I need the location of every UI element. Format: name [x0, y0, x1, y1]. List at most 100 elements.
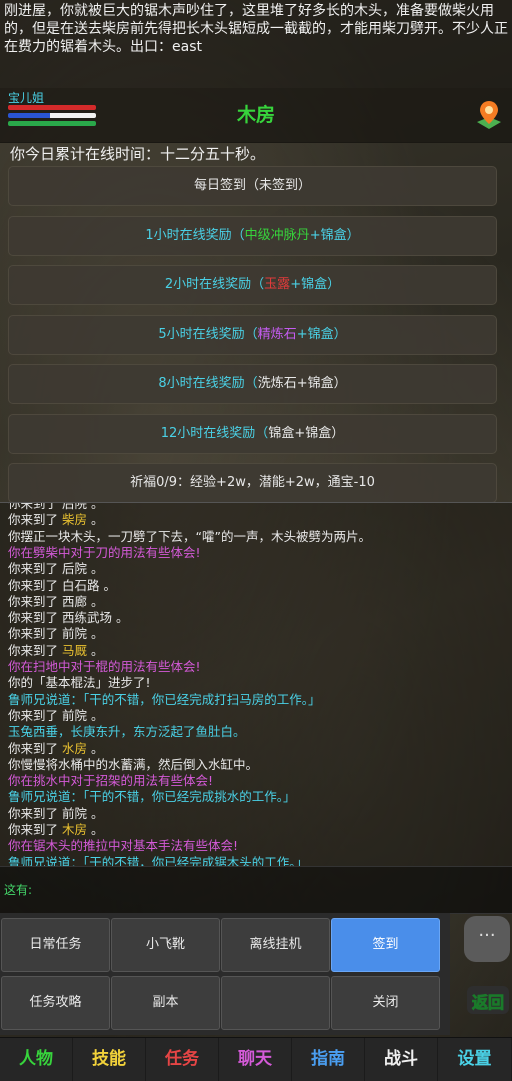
menu-button-2[interactable]: 离线挂机: [221, 918, 330, 972]
log-text-segment: 。: [87, 822, 104, 837]
log-line: 你来到了 柴房 。: [8, 511, 103, 529]
log-text-segment: 你来到了 后院 。: [8, 502, 104, 511]
log-text-segment: 你来到了 西廊 。: [8, 593, 104, 609]
log-text-segment: 你的「基本棍法」进步了!: [8, 675, 151, 691]
log-line: 你来到了 前院 。: [8, 805, 103, 823]
tab-6[interactable]: 设置: [438, 1038, 512, 1081]
room-name: 木房: [236, 104, 275, 126]
reward-button-6[interactable]: 祈福0/9：经验+2w，潜能+2w，通宝-10: [8, 463, 497, 503]
log-line: 你在扫地中对于棍的用法有些体会!: [8, 658, 201, 676]
log-text-segment: 水房: [61, 740, 87, 756]
reward-label-segment: 1小时在线奖励（: [145, 227, 245, 243]
log-line: 你来到了 马厩 。: [8, 642, 103, 660]
log-text-segment: 你来到了 前院 。: [8, 805, 104, 821]
log-text-segment: 鲁师兄说道：「干的不错，你已经完成挑水的工作。」: [8, 789, 296, 805]
log-line: 你来到了 西练武场 。: [8, 609, 128, 627]
log-text-segment: 柴房: [61, 512, 87, 528]
chat-input[interactable]: 这有:: [0, 866, 512, 914]
log-text-segment: 。: [87, 740, 104, 756]
reward-label-segment: 精炼石: [257, 326, 297, 342]
reward-label-segment: 每日签到（未签到）: [193, 178, 311, 193]
return-icon[interactable]: 返回: [466, 982, 510, 1018]
reward-label-segment: +锦盒）: [309, 227, 360, 243]
log-text-segment: 鲁师兄说道：「干的不错，你已经完成打扫马房的工作。」: [8, 691, 321, 707]
more-button[interactable]: ···: [464, 916, 510, 962]
input-label: 这有:: [4, 883, 33, 897]
log-line: 你在挑水中对于招架的用法有些体会!: [8, 772, 213, 790]
log-text-segment: 玉兔西垂，长庚东升，东方泛起了鱼肚白。: [8, 724, 246, 740]
log-text-segment: 你来到了 前院 。: [8, 626, 104, 642]
log-line: 鲁师兄说道：「干的不错，你已经完成挑水的工作。」: [8, 788, 296, 806]
reward-label-segment: 中级冲脉丹: [244, 227, 310, 243]
log-line: 鲁师兄说道：「干的不错，你已经完成打扫马房的工作。」: [8, 691, 321, 709]
return-label: 返回: [472, 993, 504, 1012]
reward-button-0[interactable]: 每日签到（未签到）: [8, 166, 497, 206]
menu-button-3[interactable]: 签到: [331, 918, 440, 972]
log-text-segment: 你来到了: [8, 822, 62, 837]
log-text-segment: 木房: [61, 822, 87, 837]
log-line: 你在劈柴中对于刀的用法有些体会!: [8, 544, 201, 562]
log-line: 你在锯木头的推拉中对基本手法有些体会!: [8, 837, 238, 855]
reward-button-5[interactable]: 12小时在线奖励（锦盒+锦盒）: [8, 413, 497, 454]
log-text-segment: 你在锯木头的推拉中对基本手法有些体会!: [8, 838, 239, 854]
log-text-segment: 你摆正一块木头，一刀劈了下去，“嚯”的一声，木头被劈为两片。: [8, 528, 371, 544]
log-text-segment: 你来到了 前院 。: [8, 707, 104, 723]
online-time: 你今日累计在线时间：十二分五十秒。: [10, 145, 266, 163]
reward-label-segment: 2小时在线奖励（: [164, 277, 265, 292]
log-line: 你来到了 前院 。: [8, 707, 103, 725]
log-line: 你来到了 白石路 。: [8, 577, 116, 595]
reward-button-1[interactable]: 1小时在线奖励（中级冲脉丹+锦盒）: [8, 215, 497, 256]
log-line: 你来到了 西廊 。: [8, 593, 103, 611]
reward-label-segment: 洗炼石+锦盒）: [257, 376, 347, 391]
action-menu: 日常任务 小飞靴 离线挂机 签到任务攻略 副本 关闭: [0, 913, 450, 1035]
menu-button-7[interactable]: 关闭: [331, 976, 440, 1030]
log-text-segment: 你来到了 西练武场 。: [8, 610, 129, 626]
log-line: 鲁师兄说道：「干的不错，你已经完成锯木头的工作。」: [8, 854, 308, 866]
log-text-segment: 你在劈柴中对于刀的用法有些体会!: [8, 544, 201, 560]
tab-3[interactable]: 聊天: [219, 1038, 292, 1081]
reward-label-segment: +锦盒）: [296, 326, 347, 342]
log-text-segment: 。: [87, 512, 104, 528]
menu-button-5[interactable]: 副本: [111, 976, 220, 1030]
log-line: 玉兔西垂，长庚东升，东方泛起了鱼肚白。: [8, 723, 246, 741]
log-text-segment: 你来到了: [8, 512, 62, 528]
log-line: 你来到了 水房 。: [8, 740, 103, 758]
tab-1[interactable]: 技能: [73, 1038, 146, 1081]
message-log[interactable]: 你来到了 后院 。你来到了 柴房 。你摆正一块木头，一刀劈了下去，“嚯”的一声，…: [0, 502, 512, 866]
reward-label-segment: 玉露: [264, 277, 291, 292]
log-text-segment: 你来到了 后院 。: [8, 561, 104, 577]
log-line: 你来到了 前院 。: [8, 625, 103, 643]
bottom-tab-bar: 人物 技能 任务 聊天 指南 战斗 设置: [0, 1037, 512, 1081]
reward-label-segment: 锦盒+锦盒）: [268, 425, 345, 441]
menu-button-0[interactable]: 日常任务: [1, 918, 110, 972]
tab-4[interactable]: 指南: [292, 1038, 365, 1081]
tab-0[interactable]: 人物: [0, 1038, 73, 1081]
map-pin-icon[interactable]: [474, 98, 504, 132]
log-text-segment: 你来到了: [8, 740, 62, 756]
log-text-segment: 。: [87, 642, 104, 658]
log-line: 你来到了 后院 。: [8, 560, 103, 578]
menu-button-1[interactable]: 小飞靴: [111, 918, 220, 972]
log-text-segment: 你在扫地中对于棍的用法有些体会!: [8, 659, 201, 674]
reward-label-segment: 祈福0/9：经验+2w，潜能+2w，通宝-10: [130, 475, 375, 490]
menu-button-4[interactable]: 任务攻略: [1, 976, 110, 1030]
reward-label-segment: +锦盒）: [290, 277, 341, 292]
reward-button-4[interactable]: 8小时在线奖励（洗炼石+锦盒）: [8, 364, 497, 404]
tab-2[interactable]: 任务: [146, 1038, 219, 1081]
log-line: 你慢慢将水桶中的水蓄满，然后倒入水缸中。: [8, 756, 258, 774]
reward-label-segment: 12小时在线奖励（: [160, 425, 269, 441]
log-line: 你摆正一块木头，一刀劈了下去，“嚯”的一声，木头被劈为两片。: [8, 528, 371, 546]
reward-button-3[interactable]: 5小时在线奖励（精炼石+锦盒）: [8, 314, 497, 355]
reward-label-segment: 5小时在线奖励（: [158, 326, 258, 342]
log-text-segment: 鲁师兄说道：「干的不错，你已经完成锯木头的工作。」: [8, 854, 309, 866]
log-text-segment: 你慢慢将水桶中的水蓄满，然后倒入水缸中。: [8, 756, 259, 772]
log-line: 你来到了 木房 。: [8, 821, 103, 839]
log-text-segment: 你在挑水中对于招架的用法有些体会!: [8, 773, 214, 789]
log-line: 你的「基本棍法」进步了!: [8, 674, 151, 692]
reward-label-segment: 8小时在线奖励（: [158, 376, 258, 391]
log-text-segment: 马厩: [61, 642, 87, 658]
tab-5[interactable]: 战斗: [365, 1038, 438, 1081]
room-description: 刚进屋，你就被巨大的锯木声吵住了，这里堆了好多长的木头，准备要做柴火用的，但是在…: [0, 0, 512, 88]
reward-button-2[interactable]: 2小时在线奖励（玉露+锦盒）: [8, 265, 497, 305]
menu-button-6[interactable]: [221, 976, 330, 1030]
